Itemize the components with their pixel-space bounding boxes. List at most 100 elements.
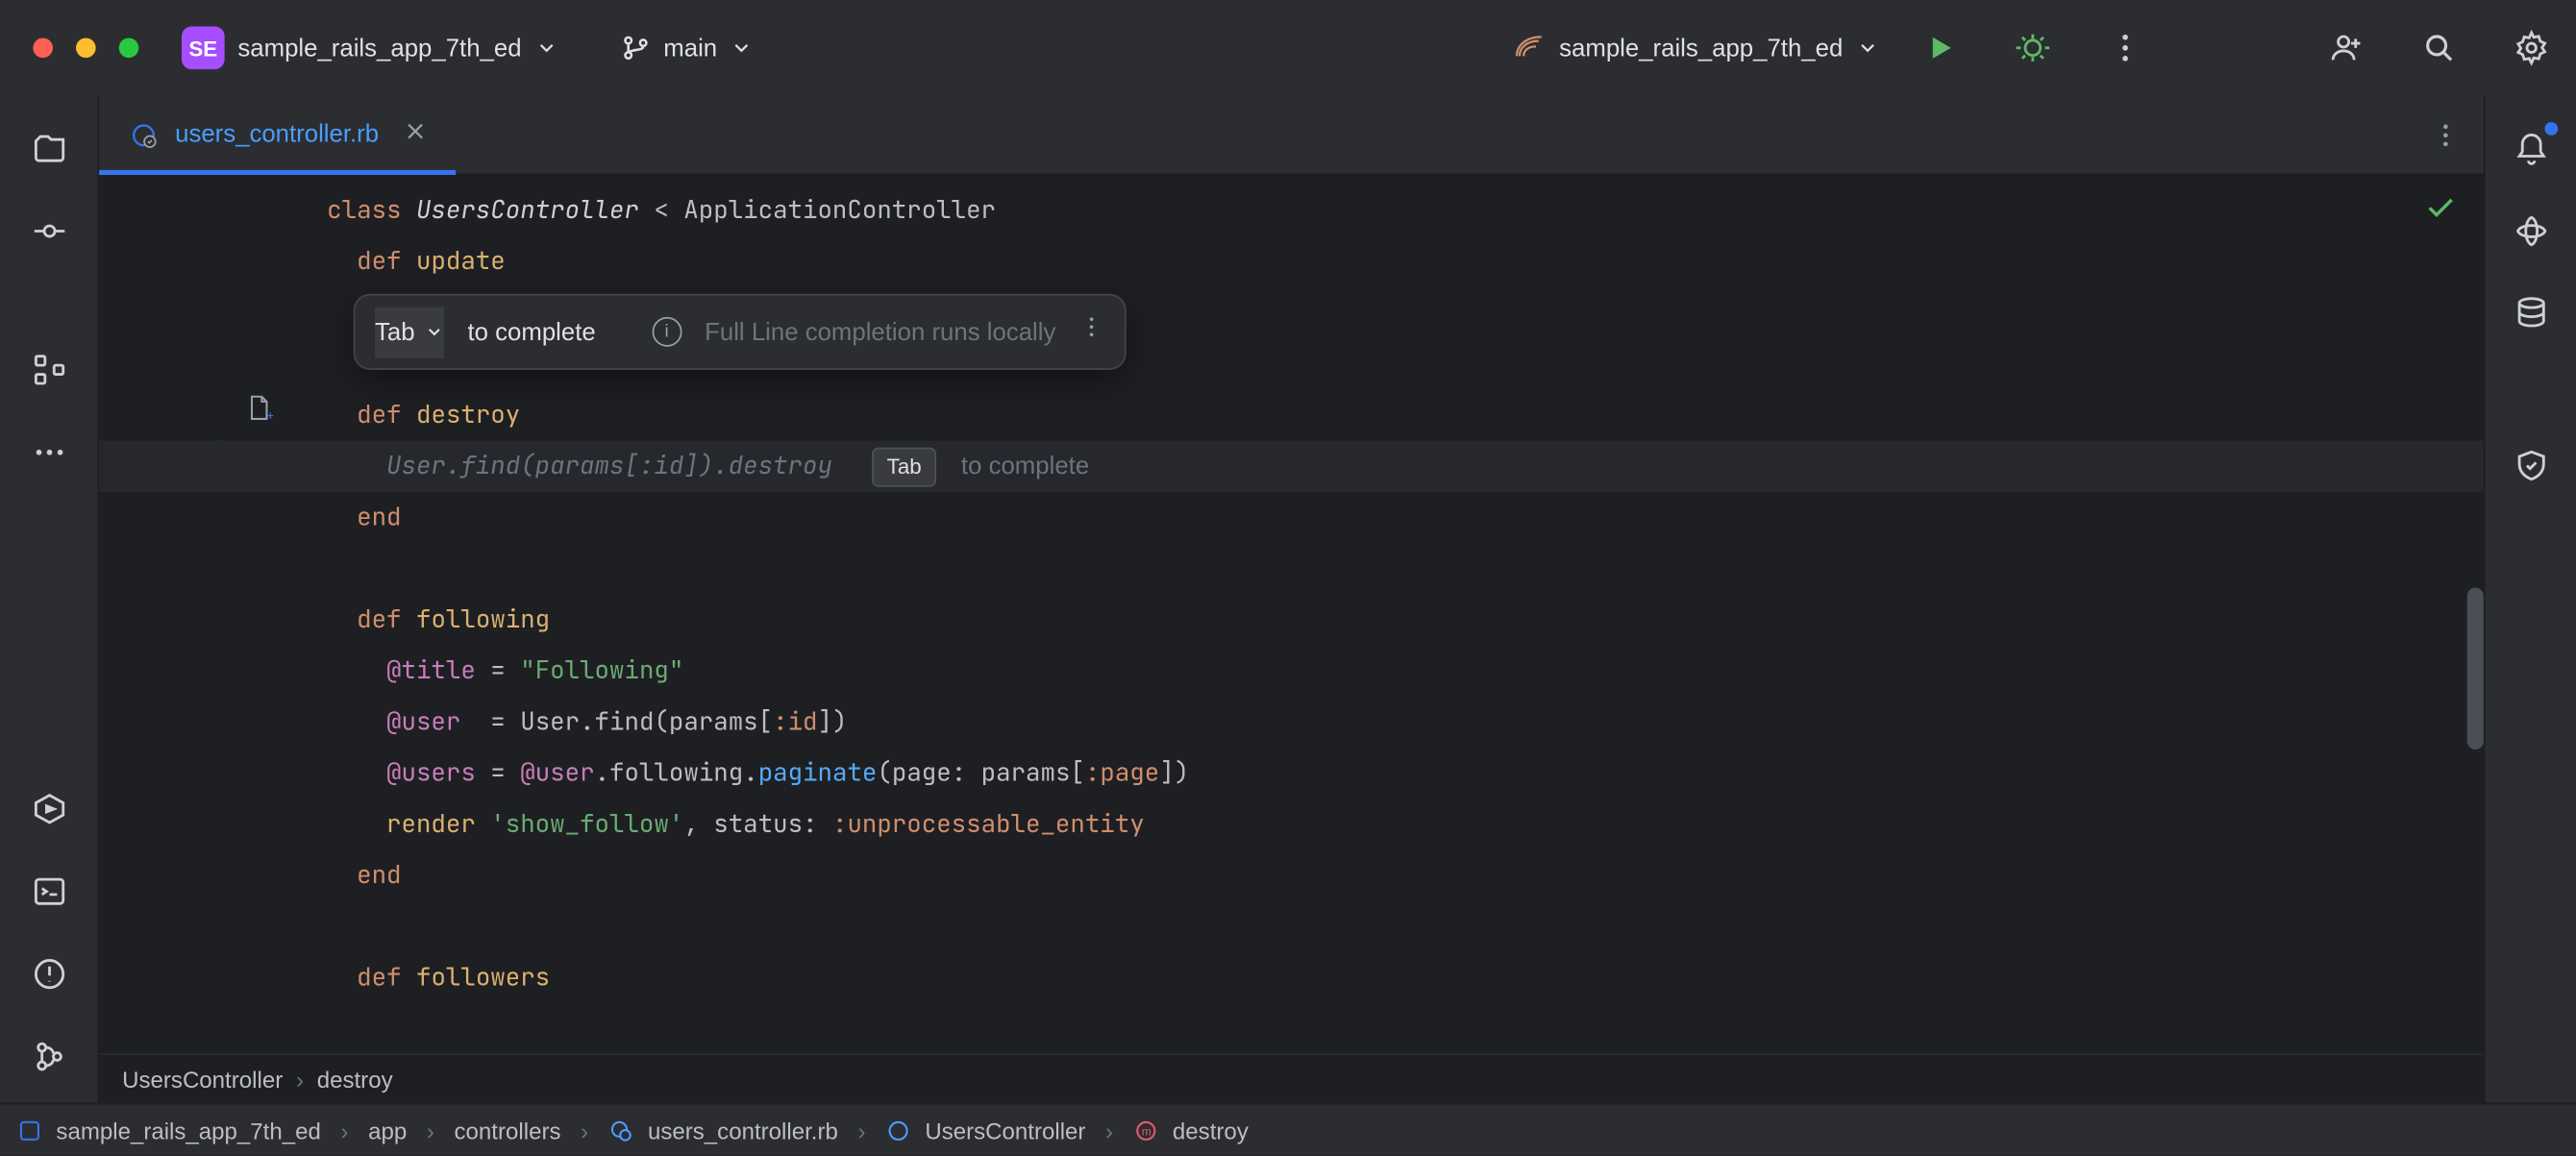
- rails-icon: [1513, 32, 1546, 64]
- crumb[interactable]: destroy: [317, 1066, 393, 1092]
- class-icon: [885, 1117, 911, 1143]
- tok: render: [386, 807, 490, 840]
- crumb[interactable]: UsersController: [925, 1117, 1085, 1143]
- tok: < ApplicationController: [639, 193, 996, 226]
- left-toolbar: [0, 96, 99, 1103]
- shield-icon[interactable]: [2508, 442, 2554, 488]
- ai-assistant-icon[interactable]: [2508, 208, 2554, 254]
- chevron-right-icon: ›: [420, 1117, 441, 1143]
- popup-info-text: Full Line completion runs locally: [705, 307, 1055, 357]
- run-config-selector[interactable]: sample_rails_app_7th_ed: [1513, 32, 1879, 64]
- tok: =: [476, 756, 520, 789]
- tab-key-hint: Tab: [872, 448, 936, 487]
- close-tab-icon[interactable]: [406, 120, 427, 148]
- statusbar: sample_rails_app_7th_ed › app › controll…: [0, 1103, 2576, 1156]
- more-tools-icon[interactable]: [26, 430, 72, 476]
- tok: def: [357, 244, 416, 277]
- tok: ]): [1159, 756, 1189, 789]
- tab-label: users_controller.rb: [175, 120, 379, 148]
- code-with-me-icon[interactable]: [2316, 16, 2378, 79]
- tok: end: [357, 858, 401, 891]
- tok: class: [327, 193, 416, 226]
- crumb[interactable]: controllers: [455, 1117, 561, 1143]
- chevron-down-icon: [731, 37, 754, 60]
- project-tool-icon[interactable]: [26, 126, 72, 172]
- run-tool-icon[interactable]: [26, 786, 72, 832]
- tok: :id: [773, 705, 817, 738]
- gutter-new-file-icon[interactable]: +: [244, 389, 274, 440]
- structure-tool-icon[interactable]: [26, 347, 72, 393]
- crumb[interactable]: sample_rails_app_7th_ed: [56, 1117, 320, 1143]
- tok: update: [416, 244, 506, 277]
- chevron-down-icon: [534, 37, 557, 60]
- project-badge: SE: [182, 26, 225, 69]
- chevron-down-icon: [425, 322, 445, 342]
- popup-more-icon[interactable]: [1078, 307, 1104, 357]
- project-name: sample_rails_app_7th_ed: [237, 34, 521, 61]
- tok: ]): [818, 705, 848, 738]
- tok: @users: [386, 756, 476, 789]
- tok: =: [476, 653, 520, 686]
- commit-tool-icon[interactable]: [26, 208, 72, 254]
- minimize-window[interactable]: [76, 38, 96, 59]
- tok: end: [357, 501, 401, 533]
- vcs-tool-icon[interactable]: [26, 1033, 72, 1079]
- right-toolbar: [2484, 96, 2576, 1103]
- branch-icon: [621, 33, 651, 62]
- tab-users-controller[interactable]: users_controller.rb: [99, 96, 457, 174]
- tok: destroy: [416, 398, 520, 430]
- terminal-tool-icon[interactable]: [26, 869, 72, 915]
- branch-selector[interactable]: main: [621, 33, 754, 62]
- run-config-name: sample_rails_app_7th_ed: [1559, 34, 1843, 61]
- structure-breadcrumb[interactable]: UsersController › destroy: [99, 1053, 2484, 1103]
- project-selector[interactable]: SE sample_rails_app_7th_ed: [182, 26, 557, 69]
- close-window[interactable]: [33, 38, 53, 59]
- run-button[interactable]: [1909, 16, 1971, 79]
- tok: :page: [1085, 756, 1159, 789]
- branch-name: main: [663, 34, 717, 61]
- crumb[interactable]: UsersController: [122, 1066, 283, 1092]
- chevron-right-icon: ›: [334, 1117, 356, 1143]
- notifications-icon[interactable]: [2508, 126, 2554, 172]
- tok: User.find(params[: [520, 705, 773, 738]
- tok: following: [416, 603, 550, 635]
- debug-button[interactable]: [2001, 16, 2064, 79]
- tok: (page: params[: [877, 756, 1084, 789]
- tok: UsersController: [416, 193, 639, 226]
- crumb[interactable]: users_controller.rb: [648, 1117, 838, 1143]
- tok: .following.: [595, 756, 758, 789]
- search-icon[interactable]: [2408, 16, 2470, 79]
- chevron-right-icon: ›: [296, 1066, 304, 1092]
- more-actions[interactable]: [2093, 16, 2156, 79]
- maximize-window[interactable]: [119, 38, 139, 59]
- tok: paginate: [758, 756, 878, 789]
- ruby-file-icon: [608, 1117, 634, 1143]
- popup-text: to complete: [468, 307, 596, 357]
- tok: "Following": [520, 653, 683, 686]
- tok: def: [357, 961, 416, 994]
- ruby-file-icon: [129, 120, 159, 150]
- hint-text: to complete: [961, 453, 1089, 480]
- tok: , status:: [683, 807, 832, 840]
- info-icon[interactable]: i: [652, 317, 681, 347]
- problems-tool-icon[interactable]: [26, 951, 72, 997]
- window-controls: [33, 38, 138, 59]
- tok: @user: [520, 756, 594, 789]
- scrollbar-thumb[interactable]: [2467, 588, 2484, 750]
- crumb[interactable]: app: [368, 1117, 407, 1143]
- ai-ghost-text: User.find(params[:id]).destroy: [386, 449, 832, 481]
- tok: 'show_follow': [490, 807, 683, 840]
- module-icon: [16, 1117, 42, 1143]
- titlebar: SE sample_rails_app_7th_ed main sample_r…: [0, 0, 2576, 96]
- svg-text:m: m: [1142, 1123, 1152, 1137]
- svg-text:+: +: [266, 407, 274, 423]
- database-icon[interactable]: [2508, 290, 2554, 336]
- tok: @user: [386, 705, 460, 738]
- settings-icon[interactable]: [2500, 16, 2563, 79]
- code-editor[interactable]: + class UsersController < ApplicationCon…: [99, 175, 2484, 1053]
- tok: :unprocessable_entity: [832, 807, 1145, 840]
- crumb[interactable]: destroy: [1173, 1117, 1249, 1143]
- chevron-right-icon: ›: [574, 1117, 595, 1143]
- tab-key-chip: Tab: [375, 307, 444, 357]
- tab-menu-icon[interactable]: [2408, 96, 2484, 174]
